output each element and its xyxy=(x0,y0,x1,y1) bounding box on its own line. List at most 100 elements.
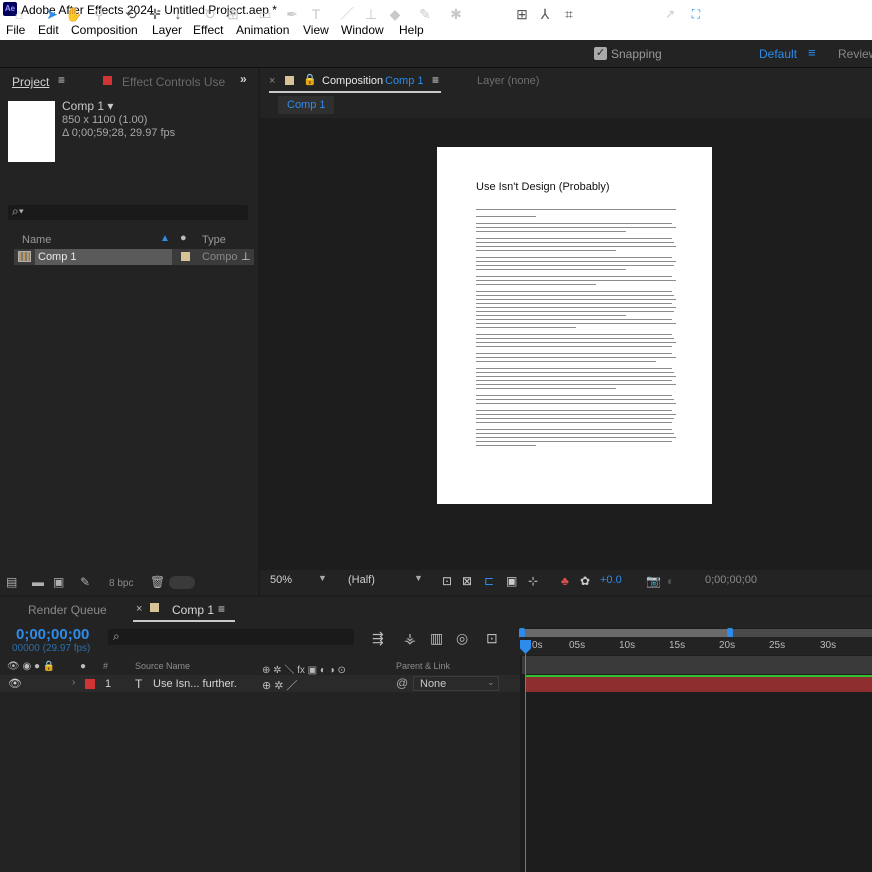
shy-layers-icon[interactable]: ▥ xyxy=(430,630,443,647)
column-type-header[interactable]: Type xyxy=(202,234,226,246)
menu-effect[interactable]: Effect xyxy=(193,23,223,37)
grid-guides-icon[interactable]: ⊹ xyxy=(528,574,538,588)
tab-effect-controls[interactable]: Effect Controls Use xyxy=(122,75,225,89)
show-snapshot-icon[interactable]: ◐ xyxy=(667,574,674,588)
chevron-down-icon[interactable]: ⌄ xyxy=(487,677,495,688)
pen-tool-icon[interactable]: ✒ xyxy=(282,5,302,23)
brush-tool-icon[interactable]: ／ xyxy=(338,5,356,23)
project-search-input[interactable] xyxy=(8,205,248,220)
viewer-timecode[interactable]: 0;00;00;00 xyxy=(705,574,757,586)
menu-help[interactable]: Help xyxy=(399,23,424,37)
composition-menu-icon[interactable]: ≡ xyxy=(432,73,439,87)
chevron-down-icon[interactable]: ▼ xyxy=(318,573,327,583)
close-tab-icon[interactable]: × xyxy=(136,603,142,615)
home-icon[interactable]: ⌂ xyxy=(9,5,29,23)
orbit-camera-icon[interactable]: ⟲ xyxy=(120,5,142,23)
menu-animation[interactable]: Animation xyxy=(236,23,289,37)
tab-composition[interactable]: Composition xyxy=(322,75,383,87)
rectangle-tool-icon[interactable]: ▭ xyxy=(256,5,274,23)
trash-icon[interactable]: 🗑 xyxy=(150,575,165,589)
column-name-header[interactable]: Name xyxy=(22,234,51,246)
region-of-interest-icon[interactable]: ⊏ xyxy=(484,574,494,588)
menu-composition[interactable]: Composition xyxy=(71,23,138,37)
roto-brush-icon[interactable]: ✎ xyxy=(415,5,435,23)
timeline-menu-icon[interactable]: ≡ xyxy=(218,602,225,616)
workspace-menu-icon[interactable]: ≡ xyxy=(808,45,816,60)
visibility-eye-icon[interactable]: 👁 xyxy=(8,677,22,690)
close-tab-icon[interactable]: × xyxy=(269,75,275,87)
breadcrumb-comp[interactable]: Comp 1 xyxy=(287,99,326,111)
type-tool-icon[interactable]: T xyxy=(306,5,326,23)
fast-previews-icon[interactable]: ⊡ xyxy=(442,574,452,588)
anchor-point-icon[interactable]: ⊞ xyxy=(223,5,243,23)
lock-icon[interactable]: 🔒 xyxy=(303,73,317,86)
new-folder-icon[interactable]: ▬ xyxy=(32,575,44,589)
frame-blending-icon[interactable]: ◎ xyxy=(456,630,468,647)
tab-render-queue[interactable]: Render Queue xyxy=(28,603,107,617)
work-area-range[interactable] xyxy=(523,629,730,637)
transparency-grid-icon[interactable]: ⊠ xyxy=(462,574,472,588)
snapshot-icon[interactable]: 📷 xyxy=(646,574,661,588)
graph-editor-icon[interactable]: ⊡ xyxy=(486,630,498,647)
sort-ascending-icon[interactable]: ▲ xyxy=(160,233,170,244)
menu-file[interactable]: File xyxy=(6,23,25,37)
dolly-camera-icon[interactable]: ↓ xyxy=(170,5,186,23)
document-text-line xyxy=(476,303,672,304)
layer-label-color[interactable] xyxy=(85,679,95,689)
hand-tool-icon[interactable]: ✋ xyxy=(65,5,83,23)
tab-project[interactable]: Project xyxy=(12,75,49,89)
local-axis-icon[interactable]: ⊞ xyxy=(512,5,532,23)
workspace-review[interactable]: Review xyxy=(838,47,872,61)
chevron-down-icon[interactable]: ▼ xyxy=(414,573,423,583)
chevron-right-icon[interactable]: › xyxy=(72,677,75,688)
selected-item-name[interactable]: Comp 1 ▾ xyxy=(62,99,113,113)
puppet-pin-icon[interactable]: ✱ xyxy=(446,5,466,23)
menu-view[interactable]: View xyxy=(303,23,329,37)
resolution-dropdown[interactable]: (Half) xyxy=(348,574,375,586)
eraser-tool-icon[interactable]: ◆ xyxy=(385,5,405,23)
mask-visibility-icon[interactable]: ▣ xyxy=(506,574,517,588)
project-item-type: Compo xyxy=(202,251,238,263)
pan-camera-icon[interactable]: ✛ xyxy=(145,5,165,23)
tab-composition-name[interactable]: Comp 1 xyxy=(385,75,424,87)
menu-edit[interactable]: Edit xyxy=(38,23,59,37)
project-item-name[interactable]: Comp 1 xyxy=(38,251,77,263)
workspace-default[interactable]: Default xyxy=(759,47,797,61)
column-source-name-header[interactable]: Source Name xyxy=(135,661,190,671)
menu-window[interactable]: Window xyxy=(341,23,384,37)
menu-layer[interactable]: Layer xyxy=(152,23,182,37)
timeline-search-input[interactable] xyxy=(108,629,354,645)
new-composition-icon[interactable]: ▣ xyxy=(53,575,64,589)
tab-layer[interactable]: Layer (none) xyxy=(477,75,539,87)
snapping-checkbox[interactable]: ✓ xyxy=(594,47,607,60)
interpret-footage-icon[interactable]: ▤ xyxy=(6,575,17,589)
thumbnail-slider[interactable] xyxy=(169,576,195,589)
world-axis-icon[interactable]: ⅄ xyxy=(536,5,554,23)
view-axis-icon[interactable]: ⌗ xyxy=(560,5,578,23)
project-menu-icon[interactable]: ≡ xyxy=(58,73,65,87)
label-tag-icon[interactable]: ● xyxy=(180,232,187,244)
layer-switches[interactable]: ⊕ ✲ ／ xyxy=(262,677,298,693)
snap-options-icon[interactable]: ↗ xyxy=(662,5,678,23)
pick-whip-icon[interactable]: @ xyxy=(396,676,408,690)
exposure-value[interactable]: +0.0 xyxy=(600,574,622,586)
channel-icon[interactable]: ♣ xyxy=(561,574,569,588)
current-time-display[interactable]: 0;00;00;00 xyxy=(16,626,89,643)
draft-3d-icon[interactable]: ⚶ xyxy=(404,630,416,647)
magnification-dropdown[interactable]: 50% xyxy=(270,574,292,586)
snap-target-icon[interactable]: ⛶ xyxy=(688,5,704,23)
layer-duration-bar[interactable] xyxy=(526,675,872,692)
more-tabs-icon[interactable]: » xyxy=(240,72,247,86)
rotation-tool-icon[interactable]: ↻ xyxy=(200,5,220,23)
selection-tool-icon[interactable]: ➤ xyxy=(44,5,60,23)
project-item-label-color[interactable] xyxy=(181,252,190,261)
layer-name[interactable]: Use Isn... further. xyxy=(153,678,237,690)
comp-mini-flowchart-icon[interactable]: ⇶ xyxy=(372,630,384,647)
color-management-icon[interactable]: ✿ xyxy=(580,574,590,588)
flowchart-icon[interactable]: ⊥ xyxy=(241,250,251,263)
tab-timeline-comp[interactable]: Comp 1 xyxy=(172,603,214,617)
zoom-tool-icon[interactable]: ⚲ xyxy=(90,5,108,23)
bit-depth[interactable]: 8 bpc xyxy=(109,578,133,589)
clone-stamp-icon[interactable]: ⊥ xyxy=(361,5,381,23)
adjust-project-settings-icon[interactable]: ✎ xyxy=(80,575,90,589)
